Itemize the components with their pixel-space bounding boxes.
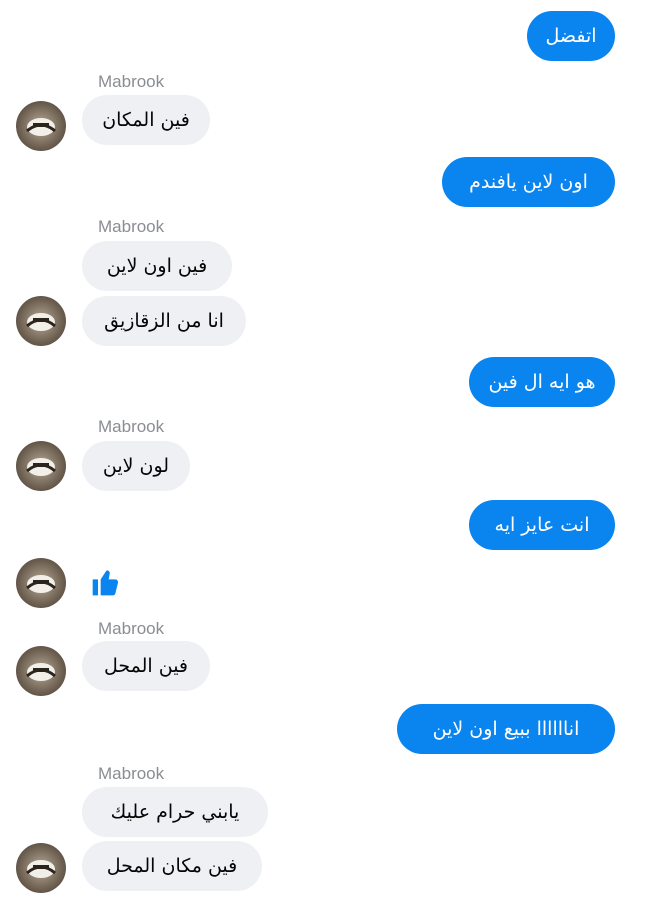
outgoing-message[interactable]: اناااااا ببيع اون لاين — [397, 704, 615, 754]
outgoing-message[interactable]: اون لاين يافندم — [442, 157, 615, 207]
incoming-message[interactable]: فين اون لاين — [82, 241, 232, 291]
sender-name: Mabrook — [98, 217, 165, 236]
sender-name: Mabrook — [98, 72, 165, 91]
sender-name: Mabrook — [98, 619, 165, 638]
incoming-message[interactable]: فين المحل — [82, 641, 210, 691]
incoming-message[interactable]: فين مكان المحل — [82, 841, 262, 891]
thumbs-up-icon[interactable] — [90, 566, 122, 598]
contact-avatar[interactable] — [16, 296, 66, 346]
contact-avatar[interactable] — [16, 101, 66, 151]
contact-avatar[interactable] — [16, 843, 66, 893]
incoming-message[interactable]: يابني حرام عليك — [82, 787, 268, 837]
sender-name: Mabrook — [98, 764, 165, 783]
sender-name: Mabrook — [98, 417, 165, 436]
contact-avatar[interactable] — [16, 441, 66, 491]
outgoing-message[interactable]: انت عايز ايه — [469, 500, 615, 550]
incoming-message[interactable]: لون لاين — [82, 441, 190, 491]
contact-avatar[interactable] — [16, 646, 66, 696]
chat-thread: اتفضل Mabrook فين المكان اون لاين يافندم… — [0, 0, 656, 900]
outgoing-message[interactable]: هو ايه ال فين — [469, 357, 615, 407]
incoming-message[interactable]: انا من الزقازيق — [82, 296, 246, 346]
outgoing-message[interactable]: اتفضل — [527, 11, 615, 61]
incoming-message[interactable]: فين المكان — [82, 95, 210, 145]
contact-avatar[interactable] — [16, 558, 66, 608]
